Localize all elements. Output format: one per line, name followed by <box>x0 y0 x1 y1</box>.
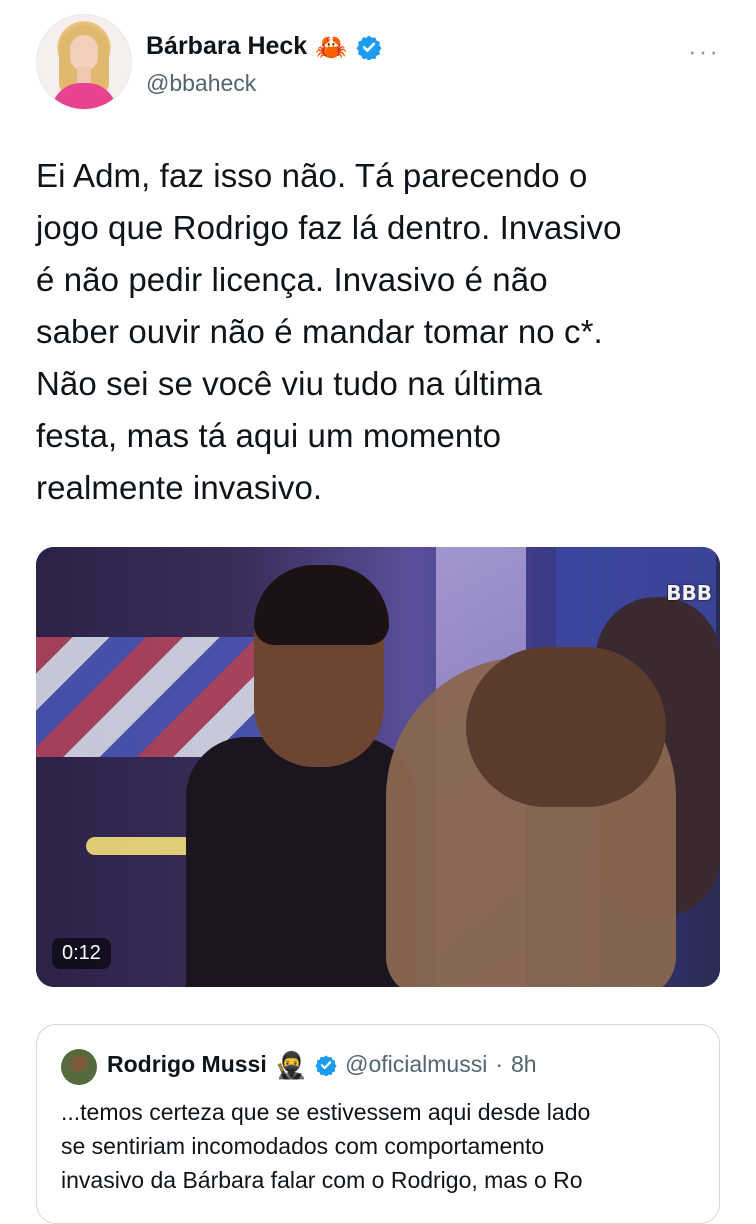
verified-badge-icon <box>356 35 382 60</box>
quoted-line: ...temos certeza que se estivessem aqui … <box>61 1099 591 1125</box>
tweet-line: Ei Adm, faz isso não. Tá parecendo o <box>36 157 588 194</box>
quoted-text: ...temos certeza que se estivessem aqui … <box>61 1095 701 1197</box>
crab-emoji: 🦀 <box>315 31 348 62</box>
quoted-author-avatar[interactable] <box>61 1049 97 1085</box>
quoted-line: invasivo da Bárbara falar com o Rodrigo,… <box>61 1167 583 1193</box>
quoted-line: se sentiriam incomodados com comportamen… <box>61 1133 545 1159</box>
tweet-line: realmente invasivo. <box>36 469 323 506</box>
quoted-author-handle[interactable]: @oficialmussi <box>345 1051 487 1078</box>
quoted-timestamp[interactable]: 8h <box>511 1051 537 1078</box>
ninja-emoji: 🥷 <box>274 1049 308 1080</box>
tweet-line: festa, mas tá aqui um momento <box>36 417 502 454</box>
avatar-neck <box>77 67 91 83</box>
meta-separator: · <box>495 1051 503 1077</box>
verified-badge-icon <box>315 1054 337 1076</box>
tweet-line: saber ouvir não é mandar tomar no c*. <box>36 313 603 350</box>
more-options-icon[interactable]: ··· <box>688 36 720 67</box>
author-name-row[interactable]: Bárbara Heck 🦀 <box>146 32 382 61</box>
tweet-line: é não pedir licença. Invasivo é não <box>36 261 548 298</box>
avatar-face <box>70 35 98 71</box>
video-person-hair <box>466 647 666 807</box>
author-handle[interactable]: @bbaheck <box>146 70 256 97</box>
author-name[interactable]: Bárbara Heck <box>146 32 307 61</box>
author-avatar[interactable] <box>36 14 132 110</box>
tweet-line: jogo que Rodrigo faz lá dentro. Invasivo <box>36 209 622 246</box>
tweet-header: Bárbara Heck 🦀 @bbaheck ··· <box>36 14 720 114</box>
tweet-line: Não sei se você viu tudo na última <box>36 365 543 402</box>
video-timestamp: 0:12 <box>52 938 111 969</box>
quoted-tweet[interactable]: Rodrigo Mussi 🥷 @oficialmussi · 8h ...te… <box>36 1024 720 1224</box>
tweet-text: Ei Adm, faz isso não. Tá parecendo o jog… <box>36 150 726 514</box>
bbb-logo: BBB <box>666 581 712 605</box>
quoted-author-row: Rodrigo Mussi 🥷 @oficialmussi · 8h <box>107 1051 537 1078</box>
quoted-author-name[interactable]: Rodrigo Mussi <box>107 1051 267 1078</box>
video-person <box>186 737 416 987</box>
video-player[interactable]: BBB 0:12 <box>36 547 720 987</box>
